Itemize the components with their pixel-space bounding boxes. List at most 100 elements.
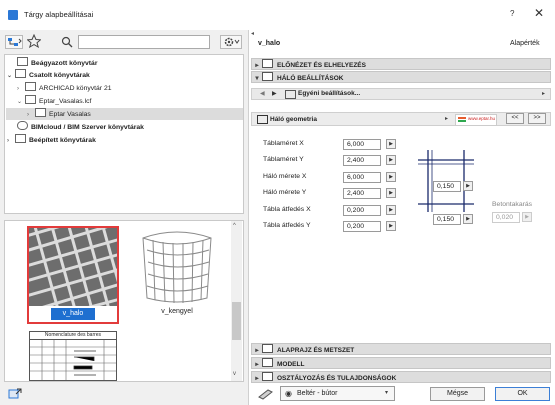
chevron-down-icon[interactable]: ⌄ [7,70,15,82]
param-arrow-icon[interactable]: ▶ [522,212,532,222]
bimcloud-icon [17,121,28,130]
mesh-preview-image [29,228,117,306]
eye-icon: ◉ [285,389,292,398]
chevron-right-icon[interactable]: › [17,83,25,95]
prev-page-button[interactable]: << [506,113,524,124]
library-settings-button[interactable] [220,35,242,49]
chevron-right-icon[interactable]: › [7,135,15,147]
tree-item-eptar-vasalas[interactable]: › Eptar Vasalas [6,108,243,120]
scroll-up-icon[interactable]: ^ [233,223,236,229]
eptar-logo: www.eptar.hu [455,114,497,126]
param-field[interactable]: 0,200 [343,205,381,216]
param-arrow-icon[interactable]: ▶ [386,188,396,198]
param-label: Táblaméret X [263,140,304,147]
thumbs-scrollbar[interactable]: ^ v [231,221,242,381]
tree-item-label: Eptar_Vasalas.lcf [39,98,92,105]
chevron-right-icon: ▸ [255,375,259,382]
param-label: Háló mérete Y [263,189,307,196]
overlap-bottom-field[interactable]: 0,150 [433,214,461,225]
collapse-pane-icon[interactable]: ◂ [251,30,254,37]
tree-item-embedded[interactable]: Beágyazott könyvtár [17,57,97,69]
param-arrow-icon[interactable]: ▶ [463,181,473,191]
next-arrow-icon[interactable]: ▶ [272,90,277,97]
stirrup-preview-image [142,231,212,304]
tree-item-label: Csatolt könyvtárak [29,72,90,79]
section-mesh-settings[interactable]: ▾ HÁLÓ BEÁLLÍTÁSOK [251,71,551,83]
param-arrow-icon[interactable]: ▶ [386,221,396,231]
section-title: ELŐNÉZET ÉS ELHELYEZÉS [277,62,366,69]
cover-field[interactable]: 0,020 [492,212,520,223]
cancel-button[interactable]: Mégse [430,387,485,401]
param-field[interactable]: 6,000 [343,139,381,150]
ok-button[interactable]: OK [495,387,550,401]
chevron-right-icon[interactable]: › [27,109,35,121]
param-arrow-icon[interactable]: ▶ [463,214,473,224]
param-label: Tábla átfedés X [263,206,311,213]
help-button[interactable]: ? [510,9,514,18]
section-preview[interactable]: ▸ ELŐNÉZET ÉS ELHELYEZÉS [251,58,551,70]
param-field[interactable]: 0,200 [343,221,381,232]
param-label: Háló mérete X [263,173,307,180]
chevron-right-icon: ▸ [255,347,259,354]
window-title: Tárgy alapbeállításai [24,10,94,19]
param-field[interactable]: 2,400 [343,155,381,166]
model-icon [262,358,273,367]
logo-bar-orange [458,117,466,119]
chevron-down-icon: ▾ [385,390,389,396]
thumb-v-halo[interactable]: v_halo [27,226,119,324]
thumb-label: v_kengyel [161,308,193,315]
chevron-down-icon: ▾ [255,75,259,82]
param-arrow-icon[interactable]: ▶ [386,139,396,149]
preview-icon [262,59,273,68]
mesh-icon [262,72,273,81]
favorites-star-icon[interactable] [26,33,42,50]
next-page-button[interactable]: >> [528,113,546,124]
library-manager-icon[interactable] [8,387,24,402]
nomenclature-table-image [30,340,116,380]
object-thumbnails[interactable]: v_halo v_kengyel Nomenclature des barres [4,220,244,382]
param-arrow-icon[interactable]: ▶ [386,205,396,215]
scroll-down-icon[interactable]: v [233,371,236,377]
scrollbar-thumb[interactable] [232,302,241,340]
thumb-nomenclature[interactable]: Nomenclature des barres [29,331,117,381]
page-chevron-icon[interactable]: ▸ [445,115,448,122]
cover-label: Betontakarás [492,201,533,208]
classification-icon [262,372,273,381]
param-arrow-icon[interactable]: ▶ [386,172,396,182]
close-icon[interactable]: ✕ [534,6,544,20]
prev-arrow-icon[interactable]: ◀ [260,90,265,97]
logo-text: www.eptar.hu [468,116,496,121]
default-label: Alapérték [510,40,540,47]
section-classification[interactable]: ▸ OSZTÁLYOZÁS ÉS TULAJDONSÁGOK [251,371,551,383]
param-field[interactable]: 2,400 [343,188,381,199]
view-mode-button[interactable] [5,35,23,49]
overlap-right-field[interactable]: 0,150 [433,181,461,192]
layer-dropdown[interactable]: ◉ Beltér - bútor ▾ [280,386,395,401]
section-plan-section[interactable]: ▸ ALAPRAJZ ÉS METSZET [251,343,551,355]
layer-pen-icon [258,388,274,402]
folder-icon [35,108,46,117]
chevron-right-icon[interactable]: ▸ [542,90,545,97]
chevron-right-icon: ▸ [255,361,259,368]
param-arrow-icon[interactable]: ▶ [386,155,396,165]
tree-item-bimcloud[interactable]: BIMcloud / BIM Szerver könyvtárak [17,121,144,133]
chevron-down-icon[interactable]: ⌄ [17,96,25,108]
gear-icon [224,37,240,47]
param-field[interactable]: 6,000 [343,172,381,183]
tree-item-builtin[interactable]: › Beépített könyvtárak [7,134,96,146]
nomenclature-title: Nomenclature des barres [30,332,116,340]
param-label: Táblaméret Y [263,156,304,163]
hierarchy-icon [8,38,22,46]
object-name: v_halo [258,40,281,47]
thumb-v-kengyel[interactable]: v_kengyel [133,226,225,324]
tree-item-label: Eptar Vasalas [49,111,91,118]
search-input[interactable] [78,35,210,49]
tree-item-archicad-library[interactable]: › ARCHICAD könyvtár 21 [17,82,112,94]
section-model[interactable]: ▸ MODELL [251,357,551,369]
custom-settings-bar[interactable]: ◀ ▶ Egyéni beállítások... ▸ [251,88,551,100]
tree-item-eptar-lcf[interactable]: ⌄ Eptar_Vasalas.lcf [17,95,91,107]
tree-item-linked[interactable]: ⌄ Csatolt könyvtárak [7,69,90,81]
title-bar: Tárgy alapbeállításai ? ✕ [0,0,555,31]
library-tree[interactable]: Beágyazott könyvtár ⌄ Csatolt könyvtárak … [4,54,244,214]
custom-settings-label: Egyéni beállítások... [298,90,361,97]
